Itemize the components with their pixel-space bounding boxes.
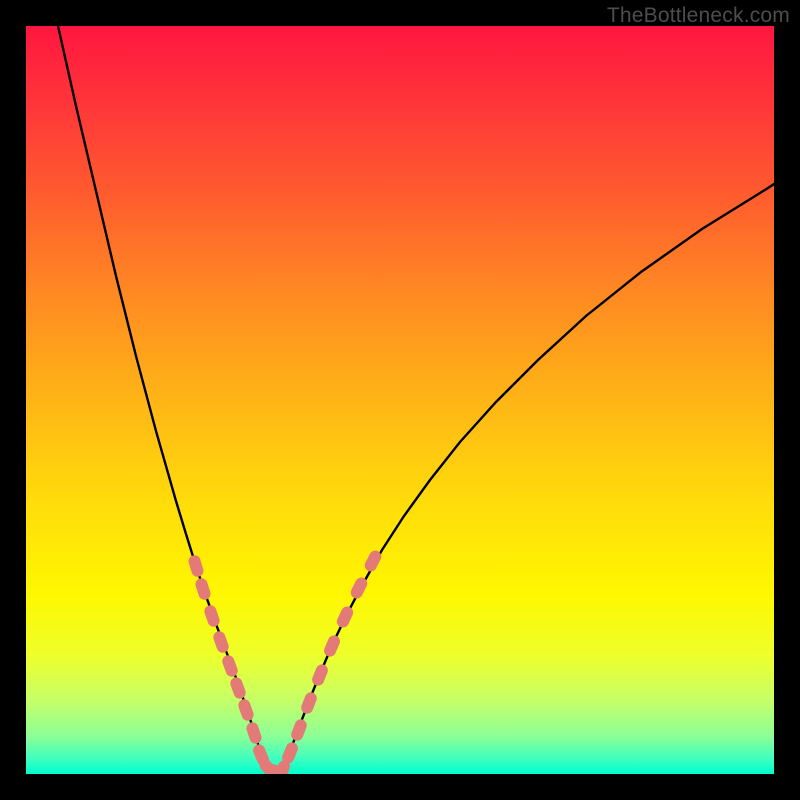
dot-marker [221, 654, 240, 679]
dot-marker [310, 663, 329, 688]
dot-marker [187, 554, 205, 579]
dotted-overlay-left [187, 554, 288, 774]
dot-marker [203, 604, 221, 629]
dot-marker [212, 630, 231, 655]
curve-left-branch [58, 26, 266, 770]
dot-marker [237, 698, 256, 723]
dot-marker [289, 718, 308, 743]
dot-marker [322, 634, 342, 659]
dot-marker [299, 691, 318, 716]
plot-area [26, 26, 774, 774]
dot-marker [229, 676, 248, 701]
watermark-text: TheBottleneck.com [607, 4, 790, 28]
outer-frame: TheBottleneck.com [0, 0, 800, 800]
dot-marker [335, 604, 355, 629]
curve-right-branch [284, 184, 774, 770]
dotted-overlay-right [272, 548, 383, 774]
curve-layer [26, 26, 774, 774]
dot-marker [194, 577, 212, 602]
dot-marker [245, 721, 263, 746]
